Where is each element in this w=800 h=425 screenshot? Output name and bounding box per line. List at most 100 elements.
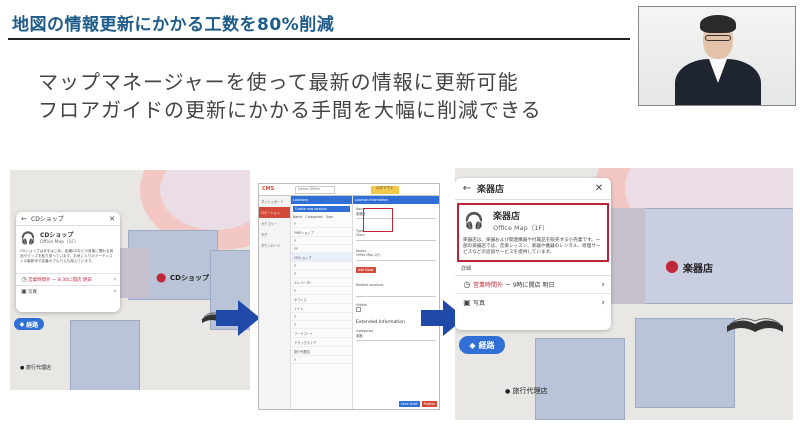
open-book-icon — [727, 318, 783, 332]
cms-list-item[interactable]: エレベーター — [291, 278, 352, 287]
cms-logo: CMS — [262, 186, 275, 192]
subtitle-line-2: フロアガイドの更新にかかる手間を大幅に削減できる — [38, 98, 542, 122]
title-divider — [8, 38, 630, 40]
cms-list-item[interactable]: ドラッグストア — [291, 338, 352, 347]
cms-list-item[interactable]: YWPショップ — [291, 228, 352, 237]
chevron-right-icon: › — [113, 288, 116, 295]
cms-create-button[interactable]: Create new location — [293, 206, 350, 212]
before-place-sub: Office Map（1F） — [40, 240, 79, 245]
before-description: CDショップは本をはじめ、各種CDなどの音楽に関わる商品やグッズを取り扱っていま… — [20, 249, 114, 263]
clock-icon: ◷ — [21, 276, 27, 283]
cms-list-item[interactable]: Y — [291, 321, 352, 329]
cms-list-item[interactable]: Y — [291, 262, 352, 270]
cms-field-label: Hidden — [356, 303, 368, 307]
after-place-name: 楽器店 — [493, 212, 521, 222]
cms-list-item[interactable]: YY — [291, 245, 352, 253]
cms-list-item[interactable]: トイレ — [291, 304, 352, 313]
chevron-right-icon: › — [601, 297, 605, 308]
after-map-label: ● 旅行代理店 — [505, 387, 548, 395]
after-map-pin-icon[interactable]: ● — [665, 256, 679, 275]
highlighted-name-field — [363, 208, 393, 232]
cms-sidebar-item-active[interactable]: ロケーション — [259, 207, 290, 218]
after-more-link[interactable]: 詳細 — [455, 265, 611, 275]
cms-list-tab[interactable]: Categories — [305, 215, 322, 219]
cms-list-item[interactable]: Y — [291, 237, 352, 245]
before-route-button[interactable]: ◆ 経路 — [14, 318, 44, 330]
slide-title: 地図の情報更新にかかる工数を80%削減 — [12, 15, 335, 35]
cms-list-item[interactable]: フードコート — [291, 329, 352, 338]
flow-arrow-1 — [216, 300, 260, 336]
cms-sidebar: ダッシュボード ロケーション カテゴリー タグ ダウンロード — [259, 196, 291, 409]
back-arrow-icon[interactable]: ← — [20, 215, 28, 223]
cms-list-items: Y YWPショップ Y YY CDショップ Y Y エレベーター Y オフィス トイレ Y Y フードコー… — [291, 220, 352, 364]
before-map-pin-icon[interactable]: ● — [156, 270, 166, 284]
cms-sidebar-item[interactable]: ダウンロード — [259, 240, 290, 251]
cms-list-item[interactable]: Y — [291, 356, 352, 364]
cms-list-item[interactable]: Y — [291, 313, 352, 321]
presenter-video — [638, 6, 796, 106]
cms-search-input[interactable]: Demo Office — [295, 186, 335, 194]
after-place-card: ← 楽器店 ✕ 🎧 楽器店 Office Map（1F） 楽器店は、楽器および関… — [455, 178, 611, 330]
close-icon[interactable]: ✕ — [593, 183, 605, 194]
after-hours-status: 営業時間外 — [473, 282, 504, 289]
cms-form-title: Location Information — [353, 196, 439, 204]
cms-field-type[interactable]: Store — [356, 233, 436, 241]
photo-icon: ▣ — [21, 288, 27, 295]
before-photos-text: 写真 — [28, 289, 37, 295]
cms-publish-button[interactable]: Publish — [421, 401, 437, 407]
subtitle-line-1: マップマネージャーを使って最新の情報に更新可能 — [38, 70, 519, 94]
before-place-name: CDショップ — [40, 232, 74, 239]
cms-header: CMS Demo Office ログアウト — [259, 184, 439, 196]
cms-list-item[interactable]: Y — [291, 220, 352, 228]
cms-sidebar-item[interactable]: ダッシュボード — [259, 196, 290, 207]
cms-sidebar-item[interactable]: カテゴリー — [259, 218, 290, 229]
cms-list-item[interactable]: CDショップ — [291, 253, 352, 262]
photo-icon: ▣ — [463, 298, 471, 307]
after-route-button[interactable]: ◆ 経路 — [459, 336, 505, 354]
before-hours-row[interactable]: ◷ 営業時間外 ー 8:30に開店 明日 › — [16, 273, 120, 285]
cms-list-item[interactable]: オフィス — [291, 295, 352, 304]
cms-location-list: Locations Create new location Name Categ… — [291, 196, 353, 409]
before-place-card: ← CDショップ ✕ 🎧 CDショップ Office Map（1F） CDショッ… — [16, 212, 120, 312]
cms-sidebar-item[interactable]: タグ — [259, 229, 290, 240]
after-search-input[interactable]: 楽器店 — [473, 182, 593, 195]
chevron-right-icon: › — [113, 276, 116, 283]
before-hours-text: 営業時間外 ー 8:30に開店 明日 — [28, 277, 92, 283]
after-hours-text: ー 9時に開店 明日 — [503, 282, 555, 289]
after-pin-label: 楽器店 — [683, 264, 713, 275]
cms-field-related[interactable] — [356, 287, 436, 297]
back-arrow-icon[interactable]: ← — [461, 183, 473, 194]
cms-header-button[interactable]: ログアウト — [371, 186, 399, 194]
after-photos-row[interactable]: ▣ 写真 › — [455, 293, 611, 311]
cms-list-item[interactable]: Y — [291, 270, 352, 278]
close-icon[interactable]: ✕ — [108, 215, 116, 223]
before-map-label: ● 旅行代理店 — [20, 365, 51, 371]
cms-location-form: Location Information Name 楽器店 Type Store… — [353, 196, 439, 409]
after-description: 楽器店は、楽器および関連機器や付属品を販売する小売業です。一部の楽器店では、音楽… — [463, 238, 601, 255]
after-place-sub: Office Map（1F） — [493, 224, 549, 232]
cms-field-categories[interactable]: 楽器 — [356, 333, 436, 341]
cms-list-item[interactable]: Y — [291, 287, 352, 295]
cms-editor-panel: CMS Demo Office ログアウト ダッシュボード ロケーション カテゴ… — [258, 183, 440, 410]
cms-save-draft-button[interactable]: Save Draft — [398, 401, 420, 407]
cms-field-nodes[interactable]: Office Map 1(F) — [356, 253, 436, 261]
after-info-highlight: 🎧 楽器店 Office Map（1F） 楽器店は、楽器および関連機器や付属品を… — [457, 203, 609, 262]
before-photos-row[interactable]: ▣ 写真 › — [16, 285, 120, 297]
after-photos-text: 写真 — [473, 300, 486, 307]
cms-hidden-checkbox[interactable] — [356, 307, 361, 312]
headphones-icon: 🎧 — [20, 230, 36, 245]
route-icon: ◆ — [469, 340, 476, 350]
after-hours-row[interactable]: ◷ 営業時間外 ー 9時に開店 明日 › — [455, 275, 611, 293]
before-pin-label: CDショップ — [170, 274, 209, 282]
after-map-panel: ● 楽器店 ● 旅行代理店 ← 楽器店 ✕ 🎧 楽器店 Office Map（1… — [455, 168, 793, 420]
cms-list-title: Locations — [291, 196, 352, 204]
clock-icon: ◷ — [463, 280, 471, 289]
cms-list-item[interactable]: 旅行代理店 — [291, 347, 352, 356]
cms-list-tab[interactable]: Type — [326, 215, 333, 219]
cms-list-tab[interactable]: Name — [293, 215, 302, 219]
before-map-panel: ● CDショップ ● 旅行代理店 ← CDショップ ✕ 🎧 CDショップ Off… — [10, 170, 250, 390]
headphones-icon: 🎧 — [464, 211, 484, 230]
cms-add-node-button[interactable]: Add Node — [356, 267, 376, 273]
before-search-input[interactable]: CDショップ — [28, 214, 108, 223]
route-icon: ◆ — [19, 320, 25, 328]
